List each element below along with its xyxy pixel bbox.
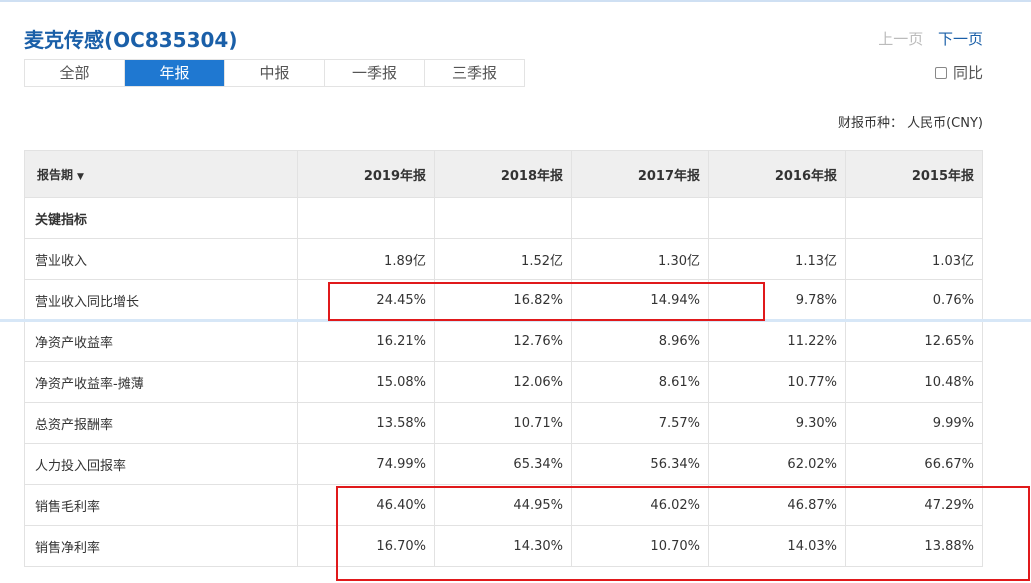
scroll-seam [0,319,1031,322]
table-row: 人力投入回报率 74.99% 65.34% 56.34% 62.02% 66.67% [24,443,983,485]
table-cell: 65.34% [434,443,572,485]
row-label: 营业收入 [24,238,298,280]
table-cell: 46.87% [708,484,846,526]
table-cell [434,197,572,239]
table-cell [571,197,709,239]
row-label: 总资产报酬率 [24,402,298,444]
table-cell [845,197,983,239]
table-cell: 1.03亿 [845,238,983,280]
table-cell [297,197,435,239]
pager: 上一页 下一页 [868,28,983,49]
column-header: 2017年报 [571,150,709,198]
table-cell: 9.30% [708,402,846,444]
table-row: 销售毛利率 46.40% 44.95% 46.02% 46.87% 47.29% [24,484,983,526]
column-header: 2018年报 [434,150,572,198]
next-page-link[interactable]: 下一页 [938,30,983,48]
currency-label: 财报币种： 人民币(CNY) [837,116,983,131]
tab-all[interactable]: 全部 [25,60,125,86]
period-header[interactable]: 报告期 ▼ [24,150,298,198]
table-cell: 14.94% [571,279,709,321]
top-border [0,0,1031,2]
table-cell: 46.02% [571,484,709,526]
table-cell: 16.70% [297,525,435,567]
table-row: 销售净利率 16.70% 14.30% 10.70% 14.03% 13.88% [24,525,983,567]
table-cell: 16.21% [297,320,435,362]
table-cell: 1.89亿 [297,238,435,280]
table-cell: 8.61% [571,361,709,403]
row-label: 净资产收益率-摊薄 [24,361,298,403]
compare-checkbox[interactable] [934,66,947,79]
table-cell: 16.82% [434,279,572,321]
table-cell: 13.58% [297,402,435,444]
tab-q1[interactable]: 一季报 [325,60,425,86]
table-cell: 10.70% [571,525,709,567]
table-cell: 66.67% [845,443,983,485]
table-cell: 56.34% [571,443,709,485]
compare-toggle[interactable]: 同比 [934,62,983,83]
row-label: 净资产收益率 [24,320,298,362]
table-cell: 12.06% [434,361,572,403]
table-cell: 46.40% [297,484,435,526]
table-cell: 14.30% [434,525,572,567]
table-cell: 15.08% [297,361,435,403]
caret-down-icon: ▼ [77,171,84,182]
table-cell: 11.22% [708,320,846,362]
page-title: 麦克传感(OC835304) [24,28,238,52]
row-label: 销售毛利率 [24,484,298,526]
prev-page-link[interactable]: 上一页 [878,30,923,48]
tab-q3[interactable]: 三季报 [425,60,524,86]
table-cell: 62.02% [708,443,846,485]
table-header-row: 报告期 ▼ 2019年报 2018年报 2017年报 2016年报 2015年报 [24,150,983,198]
tab-annual[interactable]: 年报 [125,60,225,86]
table-cell: 7.57% [571,402,709,444]
table-cell [708,197,846,239]
column-header: 2019年报 [297,150,435,198]
compare-label: 同比 [952,64,983,82]
table-cell: 8.96% [571,320,709,362]
column-header: 2015年报 [845,150,983,198]
table-cell: 12.76% [434,320,572,362]
table-row: 营业收入同比增长 24.45% 16.82% 14.94% 9.78% 0.76% [24,279,983,321]
table-cell: 1.13亿 [708,238,846,280]
row-label: 关键指标 [24,197,298,239]
table-cell: 47.29% [845,484,983,526]
row-label: 人力投入回报率 [24,443,298,485]
table-cell: 10.77% [708,361,846,403]
table-cell: 9.78% [708,279,846,321]
table-cell: 10.71% [434,402,572,444]
table-cell: 44.95% [434,484,572,526]
table-row: 关键指标 [24,197,983,239]
table-cell: 24.45% [297,279,435,321]
table-cell: 10.48% [845,361,983,403]
table-cell: 9.99% [845,402,983,444]
table-row: 营业收入 1.89亿 1.52亿 1.30亿 1.13亿 1.03亿 [24,238,983,280]
table-cell: 1.52亿 [434,238,572,280]
table-cell: 12.65% [845,320,983,362]
table-cell: 1.30亿 [571,238,709,280]
table-cell: 13.88% [845,525,983,567]
table-row: 净资产收益率 16.21% 12.76% 8.96% 11.22% 12.65% [24,320,983,362]
table-cell: 0.76% [845,279,983,321]
row-label: 销售净利率 [24,525,298,567]
table-cell: 74.99% [297,443,435,485]
row-label: 营业收入同比增长 [24,279,298,321]
tab-interim[interactable]: 中报 [225,60,325,86]
table-row: 总资产报酬率 13.58% 10.71% 7.57% 9.30% 9.99% [24,402,983,444]
financial-table: 报告期 ▼ 2019年报 2018年报 2017年报 2016年报 2015年报 … [24,150,983,567]
column-header: 2016年报 [708,150,846,198]
table-row: 净资产收益率-摊薄 15.08% 12.06% 8.61% 10.77% 10.48% [24,361,983,403]
report-type-tabs: 全部 年报 中报 一季报 三季报 [24,59,525,87]
table-cell: 14.03% [708,525,846,567]
